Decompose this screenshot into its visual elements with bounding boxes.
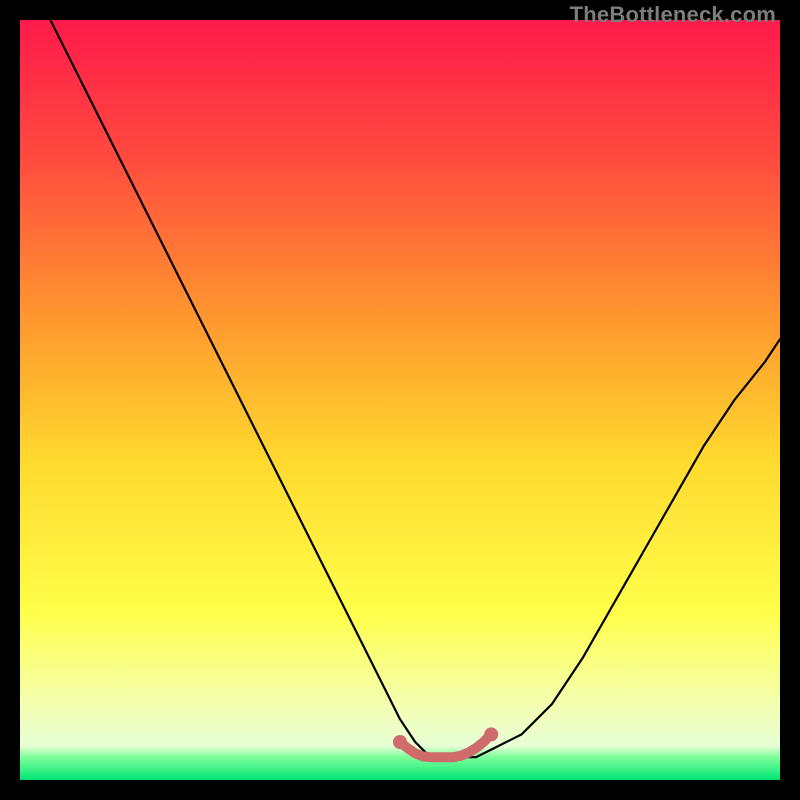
highlight-marker — [484, 727, 498, 741]
gradient-background — [20, 20, 780, 780]
highlight-marker — [393, 735, 407, 749]
watermark-text: TheBottleneck.com — [570, 2, 776, 28]
bottleneck-chart — [20, 20, 780, 780]
chart-frame — [20, 20, 780, 780]
